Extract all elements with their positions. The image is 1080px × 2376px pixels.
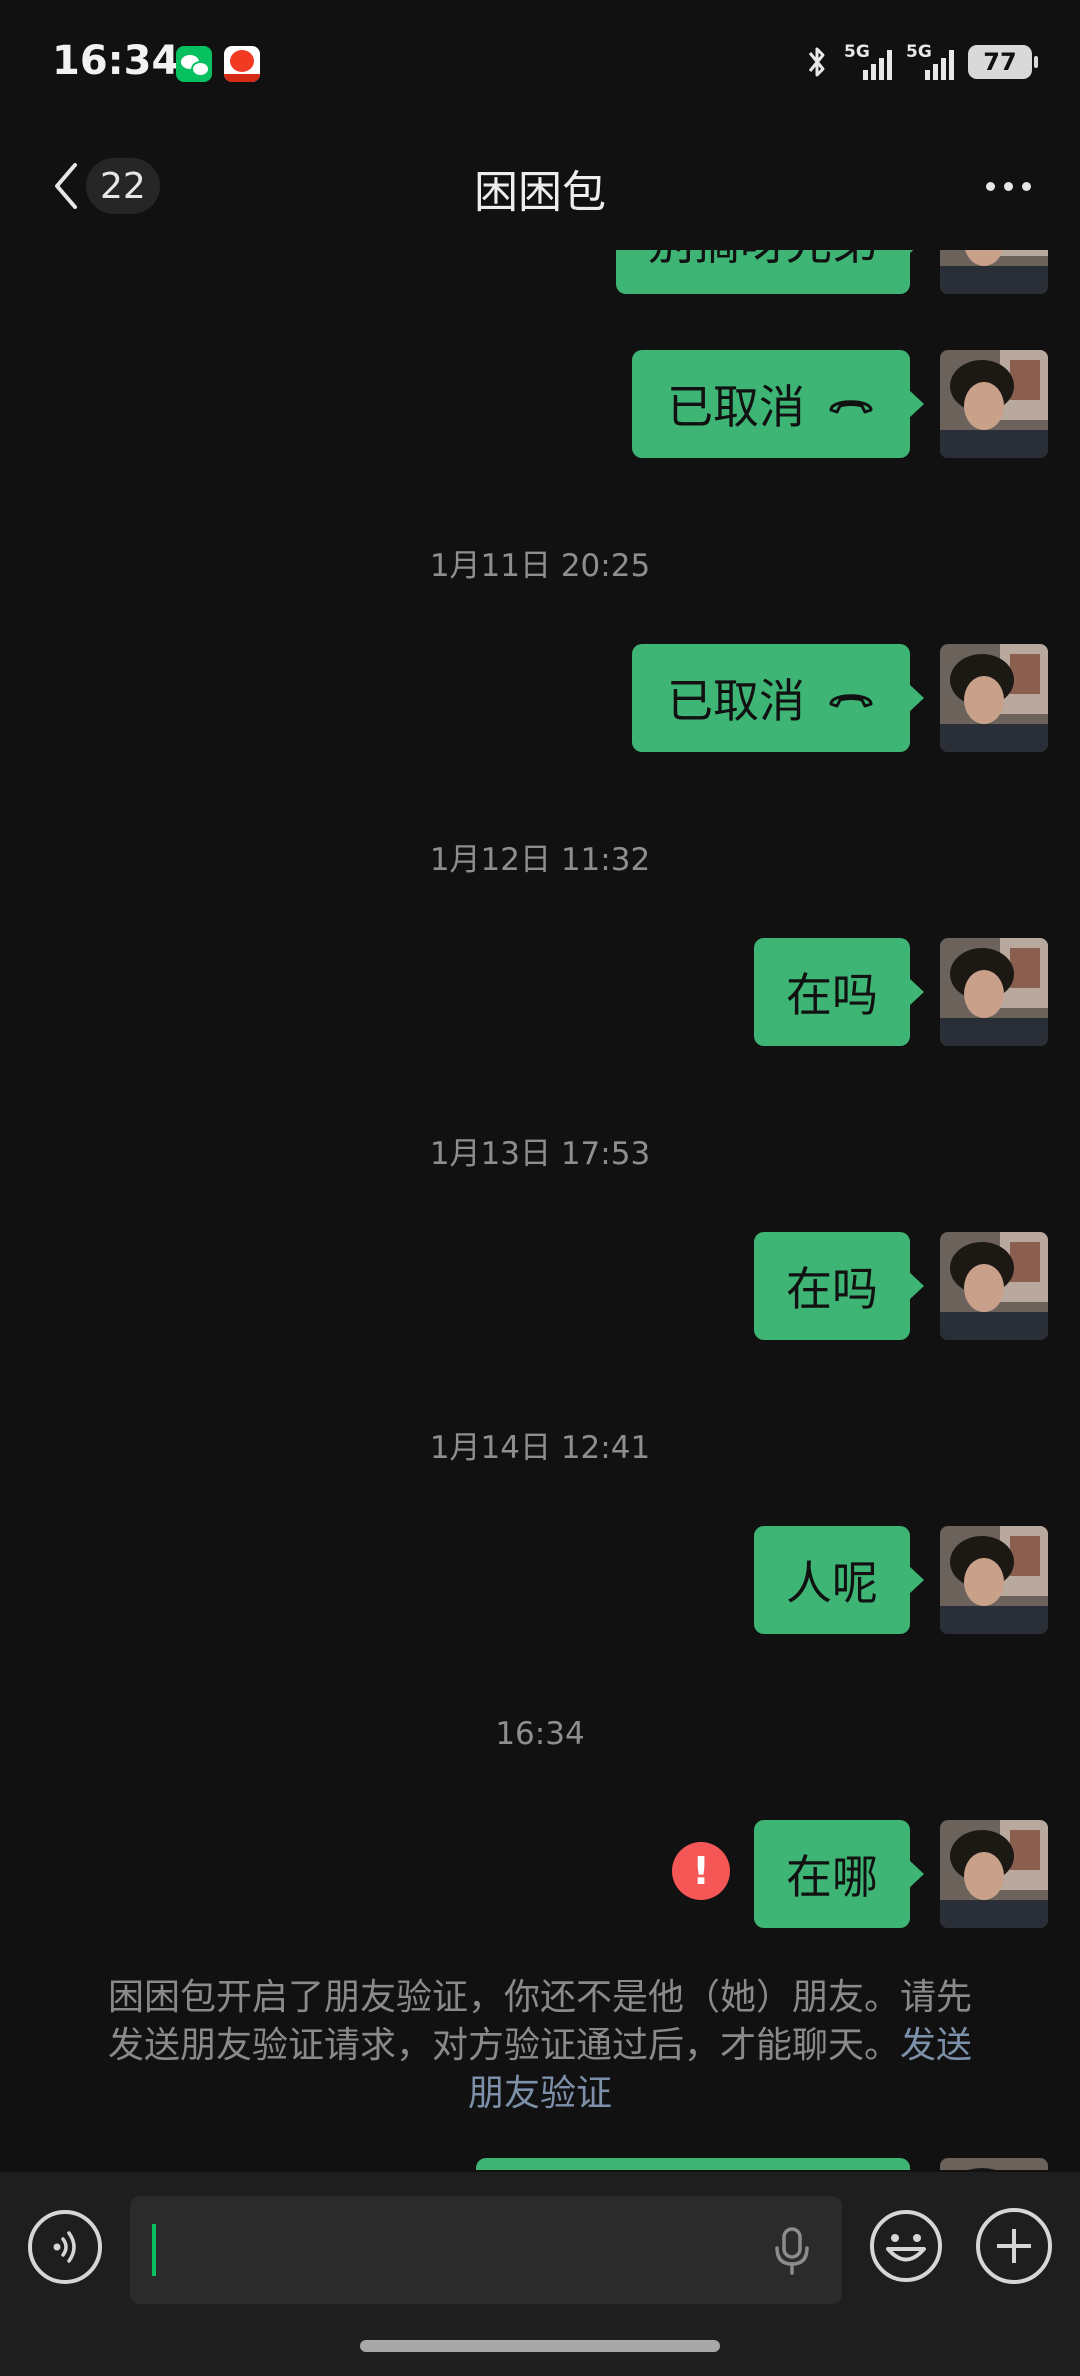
notice-text: 困困包开启了朋友验证，你还不是他（她）朋友。请先 <box>107 1977 972 2018</box>
more-dots-icon <box>985 181 995 191</box>
plus-icon[interactable] <box>976 2208 1052 2284</box>
chat-title[interactable]: 困困包 <box>0 156 1080 220</box>
hangup-phone-icon <box>829 694 873 708</box>
message-row: 在吗 <box>754 938 1048 1046</box>
bluetooth-icon <box>808 47 825 77</box>
message-row: 已取消 <box>632 644 1048 752</box>
message-bubble[interactable]: 在哪 <box>754 1820 924 1928</box>
message-timestamp: 1月11日 20:25 <box>429 548 651 584</box>
message-timestamp: 1月12日 11:32 <box>429 842 651 878</box>
message-bubble[interactable]: 在吗 <box>754 938 924 1046</box>
message-text: 别搞呀兄弟 <box>648 250 878 273</box>
avatar[interactable] <box>940 644 1048 752</box>
more-dots-icon <box>1021 181 1031 191</box>
emoji-icon[interactable] <box>868 2208 944 2284</box>
status-indicators: 5G 5G 77 <box>804 40 1038 84</box>
message-timestamp: 16:34 <box>495 1716 585 1752</box>
avatar[interactable] <box>940 1820 1048 1928</box>
notice-text: 发送朋友验证请求，对方验证通过后，才能聊天。 <box>107 2025 900 2066</box>
battery-icon: 77 <box>968 45 1038 79</box>
message-row: 别搞呀兄弟 <box>616 250 1048 294</box>
message-row: 在哪 <box>754 1820 1048 1928</box>
message-text: 人呢 <box>786 1556 878 1610</box>
chat-header: 22 困困包 <box>0 130 1080 240</box>
friend-verification-notice: 困困包开启了朋友验证，你还不是他（她）朋友。请先 发送朋友验证请求，对方验证通过… <box>90 1974 990 2118</box>
hangup-phone-icon <box>829 400 873 414</box>
input-bar <box>0 2172 1080 2376</box>
avatar[interactable] <box>940 1232 1048 1340</box>
message-timestamp: 1月13日 17:53 <box>429 1136 651 1172</box>
call-record-bubble[interactable]: 已取消 <box>632 350 924 458</box>
message-bubble[interactable]: 人呢 <box>754 1526 924 1634</box>
message-row: 已取消 <box>632 350 1048 458</box>
text-caret <box>152 2224 156 2276</box>
voice-input-button[interactable] <box>28 2210 102 2284</box>
avatar[interactable] <box>940 938 1048 1046</box>
call-status-text: 已取消 <box>667 674 805 728</box>
send-failed-icon[interactable]: ! <box>672 1842 730 1900</box>
message-timestamp: 1月14日 12:41 <box>429 1430 651 1466</box>
avatar[interactable] <box>940 1526 1048 1634</box>
send-verification-link[interactable]: 朋友验证 <box>468 2073 612 2114</box>
message-row: 人呢 <box>754 1526 1048 1634</box>
signal-icon: 5G <box>844 42 892 82</box>
wechat-app-icon <box>176 46 212 82</box>
message-row: 在吗 <box>754 1232 1048 1340</box>
call-status-text: 已取消 <box>667 380 805 434</box>
message-text: 在哪 <box>786 1850 878 1904</box>
status-time: 16:34 <box>52 38 180 84</box>
avatar[interactable] <box>940 250 1048 294</box>
more-button[interactable] <box>978 164 1038 208</box>
more-dots-icon <box>1003 181 1013 191</box>
message-bubble[interactable]: 别搞呀兄弟 <box>616 250 924 294</box>
home-indicator[interactable] <box>360 2340 720 2352</box>
message-input[interactable] <box>130 2196 842 2304</box>
shop-app-icon <box>224 46 260 82</box>
avatar[interactable] <box>940 2158 1048 2170</box>
battery-level: 77 <box>983 48 1017 76</box>
status-bar: 16:34 5G 5G 77 <box>0 0 1080 130</box>
signal-icon: 5G <box>906 42 954 82</box>
voice-icon <box>53 2231 76 2263</box>
message-text: 在吗 <box>786 968 878 1022</box>
microphone-icon[interactable] <box>772 2226 812 2276</box>
avatar[interactable] <box>940 350 1048 458</box>
message-list[interactable]: 别搞呀兄弟 已取消 1月11日 20:25 已取消 1月12日 11:32 在吗… <box>0 250 1080 2170</box>
send-verification-link[interactable]: 发送 <box>900 2025 972 2066</box>
message-text: 在吗 <box>786 1262 878 1316</box>
message-bubble[interactable]: 在吗 <box>754 1232 924 1340</box>
call-record-bubble[interactable]: 已取消 <box>632 644 924 752</box>
message-bubble[interactable] <box>476 2158 910 2170</box>
